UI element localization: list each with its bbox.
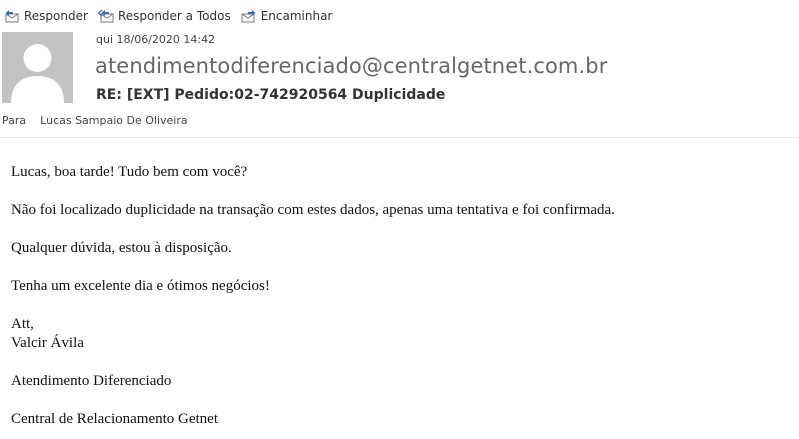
to-label: Para	[2, 114, 27, 127]
message-body: Lucas, boa tarde! Tudo bem com você? Não…	[11, 163, 791, 429]
reply-all-label: Responder a Todos	[117, 9, 231, 23]
message-date: qui 18/06/2020 14:42	[96, 33, 216, 46]
reply-button[interactable]: Responder	[0, 6, 92, 26]
reply-label: Responder	[24, 9, 88, 23]
signature-name: Valcir Ávila	[11, 335, 84, 351]
sender-address[interactable]: atendimentodiferenciado@centralgetnet.co…	[95, 54, 607, 78]
body-greeting: Lucas, boa tarde! Tudo bem com você?	[11, 164, 248, 180]
reply-all-button[interactable]: Responder a Todos	[94, 6, 235, 26]
recipient-name[interactable]: Lucas Sampaio De Oliveira	[40, 114, 187, 127]
forward-button[interactable]: Encaminhar	[237, 6, 337, 26]
body-paragraph: Qualquer dúvida, estou à disposição.	[11, 240, 232, 256]
forward-label: Encaminhar	[260, 9, 333, 23]
body-signoff: Att,	[11, 316, 34, 332]
signature-company: Central de Relacionamento Getnet	[11, 411, 219, 427]
reply-all-icon	[97, 9, 114, 23]
body-paragraph: Não foi localizado duplicidade na transa…	[11, 202, 615, 218]
person-icon	[11, 44, 64, 103]
recipient-row: Para Lucas Sampaio De Oliveira	[2, 114, 188, 127]
signature-department: Atendimento Diferenciado	[11, 373, 172, 389]
message-toolbar: Responder Responder a Todos Encaminhar	[0, 6, 338, 26]
body-paragraph: Tenha um excelente dia e ótimos negócios…	[11, 278, 270, 294]
reply-icon	[5, 10, 19, 23]
forward-icon	[241, 10, 256, 23]
message-subject: RE: [EXT] Pedido:02-742920564 Duplicidad…	[96, 87, 446, 103]
header-divider	[0, 137, 799, 138]
avatar	[2, 32, 73, 103]
